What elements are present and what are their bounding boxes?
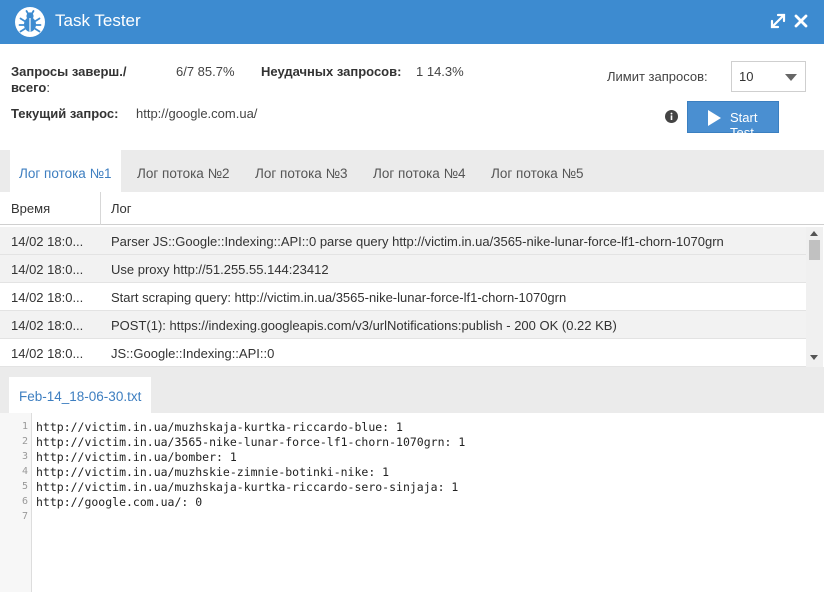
- code-line: http://victim.in.ua/muzhskie-zimnie-boti…: [36, 465, 390, 479]
- row-time: 14/02 18:0...: [11, 318, 84, 333]
- row-message: JS::Google::Indexing::API::0: [111, 346, 275, 361]
- bug-icon: [15, 7, 45, 37]
- line-number: 6: [21, 496, 28, 507]
- close-icon[interactable]: [791, 11, 811, 31]
- line-number: 4: [21, 466, 28, 477]
- completed-label: Запросы заверш./: [11, 64, 127, 79]
- completed-value: 6/7 85.7%: [176, 64, 235, 79]
- row-time: 14/02 18:0...: [11, 262, 84, 277]
- code-line: http://victim.in.ua/muzhskaja-kurtka-ric…: [36, 420, 403, 434]
- current-request-value: http://google.com.ua/: [136, 106, 258, 121]
- column-header-time[interactable]: Время: [11, 201, 50, 216]
- chevron-down-icon: [785, 74, 797, 81]
- code-line: http://victim.in.ua/3565-nike-lunar-forc…: [36, 435, 466, 449]
- info-icon[interactable]: [665, 110, 678, 123]
- tab-thread-2[interactable]: Лог потока №2: [128, 150, 239, 192]
- limit-value: 10: [739, 69, 754, 84]
- code-line: http://victim.in.ua/muzhskaja-kurtka-ric…: [36, 480, 459, 494]
- column-header-log[interactable]: Лог: [111, 201, 132, 216]
- line-number: 5: [21, 481, 28, 492]
- log-rows: 14/02 18:0... Parser JS::Google::Indexin…: [0, 227, 806, 367]
- line-number: 3: [21, 451, 28, 462]
- row-time: 14/02 18:0...: [11, 346, 84, 361]
- log-table: Время Лог 14/02 18:0... Parser JS::Googl…: [0, 192, 824, 367]
- window-title: Task Tester: [55, 11, 141, 30]
- stats-panel: Запросы заверш./ всего: 6/7 85.7% Неудач…: [0, 44, 824, 150]
- current-request-label: Текущий запрос:: [11, 106, 119, 121]
- tab-thread-5[interactable]: Лог потока №5: [482, 150, 593, 192]
- failed-value: 1 14.3%: [416, 64, 464, 79]
- table-row[interactable]: 14/02 18:0... Use proxy http://51.255.55…: [0, 255, 806, 283]
- table-row[interactable]: 14/02 18:0... Start scraping query: http…: [0, 283, 806, 311]
- line-number: 1: [21, 421, 28, 432]
- scroll-down-icon[interactable]: [810, 355, 818, 360]
- row-message: Start scraping query: http://victim.in.u…: [111, 290, 567, 305]
- log-scrollbar[interactable]: [806, 227, 823, 367]
- code-line: http://victim.in.ua/bomber: 1: [36, 450, 237, 464]
- tab-thread-1[interactable]: Лог потока №1: [10, 150, 121, 192]
- log-table-header: Время Лог: [0, 192, 824, 225]
- column-divider[interactable]: [100, 192, 101, 225]
- file-tabs: Feb-14_18-06-30.txt: [0, 367, 824, 413]
- completed-label-line2: всего:: [11, 80, 50, 95]
- scroll-thumb[interactable]: [809, 240, 820, 260]
- row-message: POST(1): https://indexing.googleapis.com…: [111, 318, 617, 333]
- line-number: 2: [21, 436, 28, 447]
- table-row[interactable]: 14/02 18:0... JS::Google::Indexing::API:…: [0, 339, 806, 367]
- row-message: Use proxy http://51.255.55.144:23412: [111, 262, 329, 277]
- row-time: 14/02 18:0...: [11, 234, 84, 249]
- failed-label: Неудачных запросов:: [261, 64, 402, 79]
- tab-thread-4[interactable]: Лог потока №4: [364, 150, 475, 192]
- start-test-label: Start Test: [730, 110, 758, 140]
- line-number-gutter: 1 2 3 4 5 6 7: [0, 413, 32, 592]
- row-time: 14/02 18:0...: [11, 290, 84, 305]
- start-test-button[interactable]: Start Test: [687, 101, 779, 140]
- title-bar: Task Tester: [0, 0, 824, 44]
- result-file-editor[interactable]: 1 2 3 4 5 6 7 http://victim.in.ua/muzhsk…: [0, 413, 824, 592]
- thread-tabs: Лог потока №1 Лог потока №2 Лог потока №…: [0, 150, 824, 192]
- table-row[interactable]: 14/02 18:0... POST(1): https://indexing.…: [0, 311, 806, 339]
- limit-label: Лимит запросов:: [607, 69, 708, 84]
- table-row[interactable]: 14/02 18:0... Parser JS::Google::Indexin…: [0, 227, 806, 255]
- row-message: Parser JS::Google::Indexing::API::0 pars…: [111, 234, 724, 249]
- tab-file[interactable]: Feb-14_18-06-30.txt: [9, 377, 152, 413]
- limit-select[interactable]: 10: [731, 61, 806, 92]
- expand-icon[interactable]: [768, 11, 788, 31]
- code-line: http://google.com.ua/: 0: [36, 495, 203, 509]
- tab-thread-3[interactable]: Лог потока №3: [246, 150, 357, 192]
- scroll-up-icon[interactable]: [810, 231, 818, 236]
- line-number: 7: [21, 511, 28, 522]
- play-icon: [708, 110, 721, 126]
